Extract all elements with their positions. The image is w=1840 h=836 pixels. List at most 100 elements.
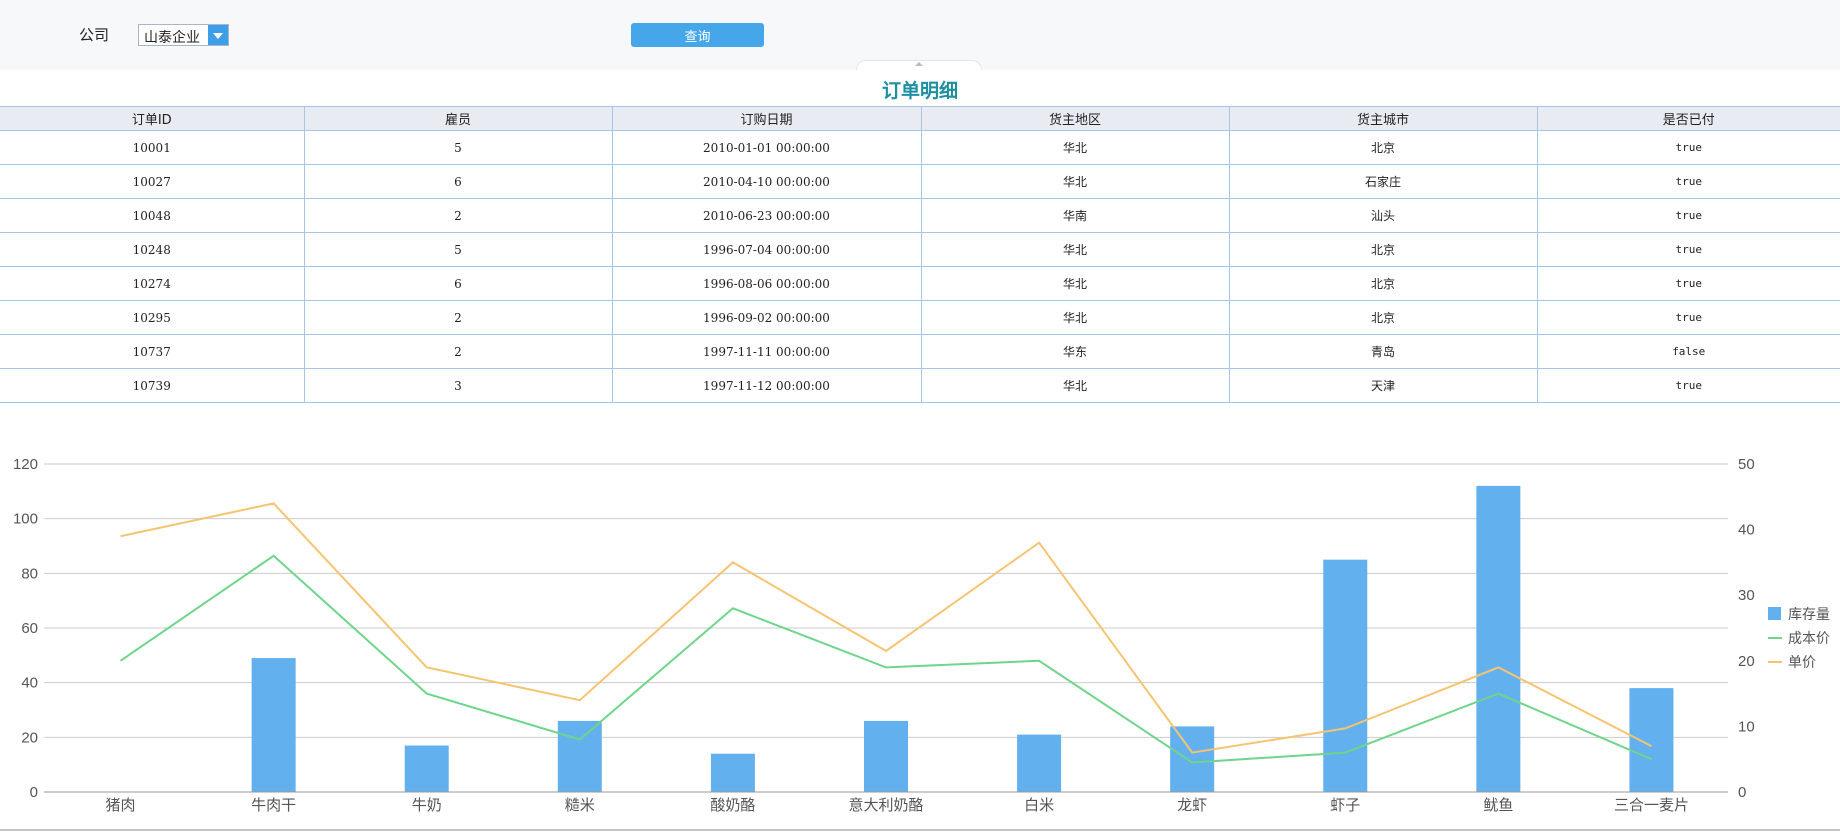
- table-cell: 10027: [0, 164, 305, 199]
- table-cell: 石家庄: [1228, 164, 1538, 199]
- table-cell: true: [1536, 198, 1840, 233]
- table-cell: 5: [303, 130, 613, 165]
- company-select-value: 山泰企业: [144, 30, 200, 46]
- table-cell: 5: [303, 232, 613, 267]
- bar: [557, 720, 602, 792]
- bar: [1170, 726, 1215, 792]
- chevron-down-icon[interactable]: [208, 25, 228, 45]
- table-cell: 1996-08-06 00:00:00: [611, 266, 922, 301]
- bar: [251, 658, 296, 792]
- table-cell: 青岛: [1228, 334, 1538, 369]
- table-cell: true: [1536, 130, 1840, 165]
- table-cell: 北京: [1228, 130, 1538, 165]
- report-title: 订单明细: [881, 80, 958, 102]
- y2-tick-label: 30: [1738, 587, 1755, 604]
- table-cell: 10295: [0, 300, 305, 335]
- company-label: 公司: [79, 26, 110, 44]
- table-row: 10248 5 1996-07-04 00:00:00 华北 北京 true: [0, 232, 1840, 267]
- y2-tick-label: 10: [1738, 718, 1755, 735]
- x-tick-label: 虾子: [1330, 797, 1360, 814]
- table-cell: 3: [303, 368, 613, 403]
- x-tick-label: 酸奶酪: [710, 797, 755, 814]
- y2-tick-label: 20: [1738, 653, 1755, 670]
- table-cell: 10001: [0, 130, 305, 165]
- table-cell: 北京: [1228, 232, 1538, 267]
- table-cell: 华北: [920, 368, 1230, 403]
- y-tick-label: 20: [21, 729, 38, 746]
- table-cell: 华北: [920, 266, 1230, 301]
- bar: [710, 753, 755, 792]
- table-cell: 2: [303, 300, 613, 335]
- table-cell: 10737: [0, 334, 305, 369]
- y-tick-label: 80: [21, 565, 38, 582]
- table-cell: 6: [303, 266, 613, 301]
- table-cell: 1996-09-02 00:00:00: [611, 300, 922, 335]
- table-row: 10001 5 2010-01-01 00:00:00 华北 北京 true: [0, 130, 1840, 165]
- y2-tick-label: 0: [1738, 784, 1746, 801]
- table-cell: false: [1536, 334, 1840, 369]
- table-cell: 天津: [1228, 368, 1538, 403]
- y-tick-label: 40: [21, 675, 38, 692]
- column-header: 是否已付: [1536, 106, 1840, 131]
- table-cell: true: [1536, 232, 1840, 267]
- table-cell: true: [1536, 164, 1840, 199]
- table-header-row: 订单ID 雇员 订购日期 货主地区 货主城市 是否已付: [0, 106, 1840, 131]
- chart-canvas: 0 20 40 60 80 100 120 0 10 20 30 40 50 猪肉 牛肉干 牛奶 糙米 酸奶酪 意大…: [13, 456, 1830, 814]
- table-row: 10048 2 2010-06-23 00:00:00 华南 汕头 true: [0, 198, 1840, 233]
- column-header: 货主地区: [920, 106, 1230, 131]
- table-row: 10027 6 2010-04-10 00:00:00 华北 石家庄 true: [0, 164, 1840, 199]
- x-tick-label: 意大利奶酪: [848, 796, 923, 814]
- y2-tick-label: 40: [1738, 522, 1755, 539]
- bar: [1017, 734, 1062, 792]
- column-header: 订购日期: [611, 106, 922, 131]
- table-cell: 10739: [0, 368, 305, 403]
- table-cell: 10274: [0, 266, 305, 301]
- table-cell: 北京: [1228, 300, 1538, 335]
- legend-swatch: [1768, 607, 1781, 620]
- product-chart: 0 20 40 60 80 100 120 0 10 20 30 40 50 猪肉 牛肉干 牛奶 糙米 酸奶酪 意大…: [0, 440, 1840, 836]
- table-cell: 2010-04-10 00:00:00: [611, 164, 922, 199]
- table-cell: 1997-11-12 00:00:00: [611, 368, 922, 403]
- collapse-toggle[interactable]: [856, 60, 982, 70]
- table-cell: 华北: [920, 164, 1230, 199]
- table-cell: 10048: [0, 198, 305, 233]
- x-tick-label: 三合一麦片: [1614, 797, 1689, 814]
- table-cell: 2010-01-01 00:00:00: [611, 130, 922, 165]
- table-cell: 汕头: [1228, 198, 1538, 233]
- table-cell: 6: [303, 164, 613, 199]
- table-cell: 华南: [920, 198, 1230, 233]
- x-tick-label: 鱿鱼: [1483, 796, 1513, 814]
- x-tick-label: 龙虾: [1177, 797, 1207, 814]
- table-cell: 1997-11-11 00:00:00: [611, 334, 922, 369]
- orders-table: 订单ID 雇员 订购日期 货主地区 货主城市 是否已付 10001 5 2010-0…: [0, 106, 1840, 403]
- table-cell: 华北: [920, 130, 1230, 165]
- x-tick-label: 猪肉: [106, 797, 136, 814]
- company-select[interactable]: 山泰企业: [138, 24, 229, 46]
- x-tick-label: 白米: [1024, 797, 1054, 814]
- x-tick-label: 糙米: [565, 797, 595, 814]
- table-row: 10295 2 1996-09-02 00:00:00 华北 北京 true: [0, 300, 1840, 335]
- table-cell: 1996-07-04 00:00:00: [611, 232, 922, 267]
- table-cell: 2: [303, 334, 613, 369]
- bar: [1323, 559, 1368, 792]
- table-cell: 北京: [1228, 266, 1538, 301]
- y2-tick-label: 50: [1738, 456, 1755, 473]
- table-cell: true: [1536, 266, 1840, 301]
- table-row: 10739 3 1997-11-12 00:00:00 华北 天津 true: [0, 368, 1840, 403]
- bar: [1476, 485, 1521, 792]
- bar: [864, 720, 908, 792]
- bar: [404, 745, 449, 792]
- table-row: 10274 6 1996-08-06 00:00:00 华北 北京 true: [0, 266, 1840, 301]
- table-cell: 华北: [920, 300, 1230, 335]
- table-cell: 10248: [0, 232, 305, 267]
- legend-label: 单价: [1788, 654, 1816, 670]
- y-tick-label: 120: [13, 456, 38, 473]
- query-button[interactable]: 查询: [631, 23, 764, 47]
- legend-label: 成本价: [1788, 630, 1830, 646]
- legend-label: 库存量: [1788, 606, 1830, 622]
- table-cell: true: [1536, 368, 1840, 403]
- bar: [1629, 688, 1674, 792]
- column-header: 订单ID: [0, 106, 305, 131]
- y-tick-label: 60: [21, 620, 38, 637]
- column-header: 货主城市: [1228, 106, 1538, 131]
